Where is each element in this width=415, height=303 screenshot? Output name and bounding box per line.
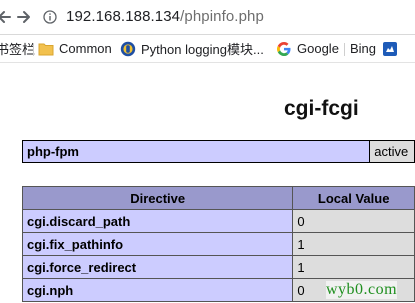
table-cell-value: active xyxy=(369,140,415,163)
bookmark-google[interactable]: Google xyxy=(276,35,339,62)
url-field[interactable]: 192.168.188.134/phpinfo.php xyxy=(66,8,264,25)
url-host: 192.168.188.134 xyxy=(66,8,181,25)
forward-arrow-icon[interactable] xyxy=(14,7,34,27)
page-title: cgi-fcgi xyxy=(284,97,359,120)
bookmark-separator xyxy=(344,43,345,56)
site-favicon-icon xyxy=(120,41,136,56)
directive-cell: cgi.fix_pathinfo xyxy=(21,232,294,256)
bookmark-separator xyxy=(33,43,34,56)
folder-icon xyxy=(38,43,54,55)
bookmark-bing[interactable]: Bing xyxy=(350,35,398,62)
bookmark-label: Bing xyxy=(350,41,377,56)
url-path: /phpinfo.php xyxy=(180,8,264,25)
bing-icon xyxy=(383,41,398,56)
table-row: cgi.discard_path 0 xyxy=(21,209,415,233)
bookmarks-bar: 书签栏 Common Python logging模块... Google Bi… xyxy=(0,35,415,63)
site-watermark: wyb0.com xyxy=(326,281,398,299)
info-table: php-fpm active xyxy=(21,140,415,163)
info-icon[interactable] xyxy=(43,10,57,24)
back-arrow-icon[interactable] xyxy=(0,7,14,27)
bookmark-bar-label[interactable]: 书签栏 xyxy=(0,35,35,62)
bookmark-label: Common xyxy=(59,41,112,56)
local-value-cell: 1 xyxy=(292,255,415,279)
column-header: Directive xyxy=(21,186,294,210)
table-row: cgi.force_redirect 1 xyxy=(21,255,415,279)
directive-cell: cgi.discard_path xyxy=(21,209,294,233)
table-row: php-fpm active xyxy=(21,140,415,163)
local-value-cell: 1 xyxy=(292,232,415,256)
table-header-row: Directive Local Value xyxy=(21,186,415,210)
address-bar: 192.168.188.134/phpinfo.php xyxy=(0,0,415,35)
bookmark-label: Google xyxy=(297,41,339,56)
google-icon xyxy=(277,41,291,56)
table-row: cgi.fix_pathinfo 1 xyxy=(21,232,415,256)
column-header: Local Value xyxy=(292,186,415,210)
bookmark-label: Python logging模块... xyxy=(141,42,264,57)
bookmark-python-logging[interactable]: Python logging模块... xyxy=(120,35,264,62)
directive-cell: cgi.force_redirect xyxy=(21,255,294,279)
bookmark-common[interactable]: Common xyxy=(38,35,112,62)
table-cell-label: php-fpm xyxy=(21,140,371,163)
bookmark-label: 书签栏 xyxy=(0,42,36,57)
directive-cell: cgi.nph xyxy=(21,278,294,302)
local-value-cell: 0 xyxy=(292,209,415,233)
